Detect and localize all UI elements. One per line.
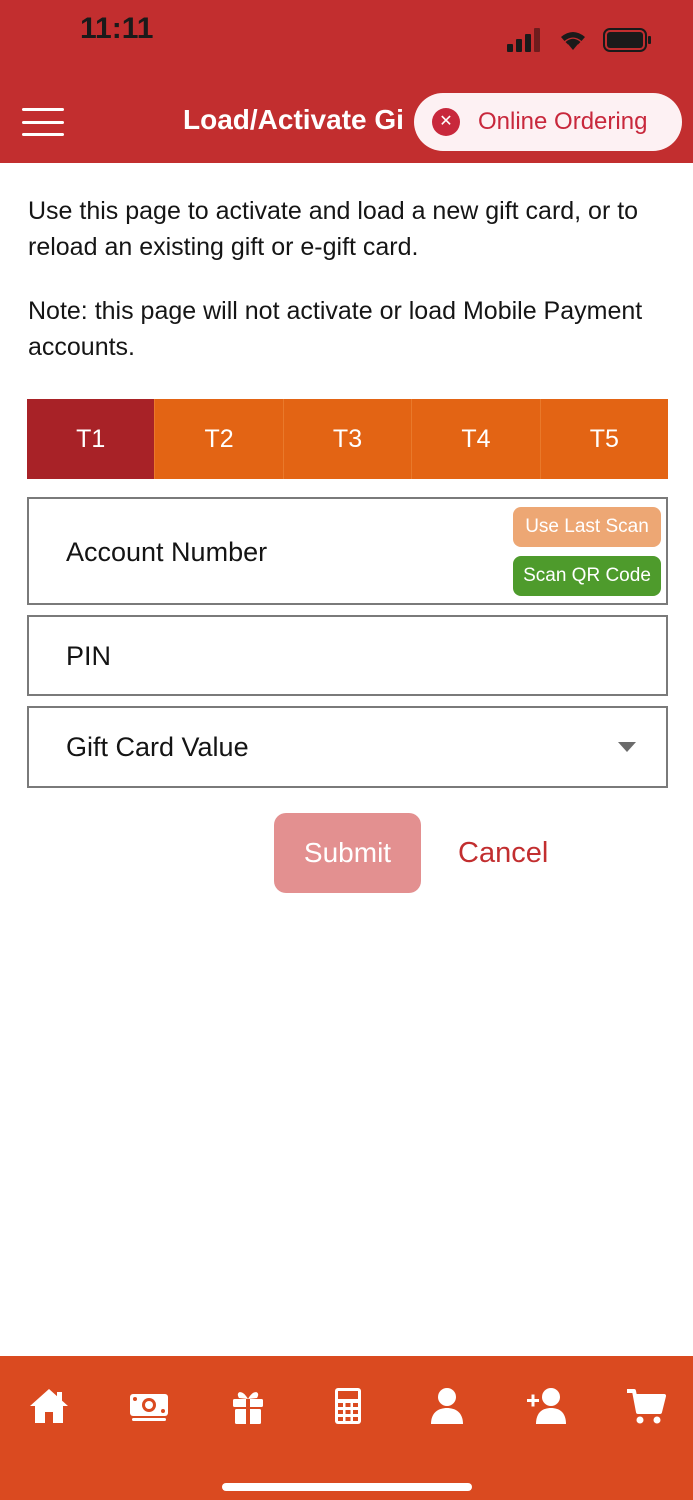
bottom-nav <box>0 1356 693 1500</box>
cellular-signal-icon <box>507 28 540 52</box>
tab-t2[interactable]: T2 <box>154 399 283 479</box>
hamburger-menu-icon[interactable] <box>22 108 64 136</box>
home-icon[interactable] <box>27 1384 71 1428</box>
calculator-icon[interactable] <box>326 1384 370 1428</box>
gift-card-value-placeholder: Gift Card Value <box>66 732 249 762</box>
tab-t1[interactable]: T1 <box>27 399 155 479</box>
user-icon[interactable] <box>425 1384 469 1428</box>
tab-t5[interactable]: T5 <box>539 399 669 479</box>
status-time: 11:11 <box>80 12 154 45</box>
chevron-down-icon <box>618 742 636 752</box>
pin-field[interactable]: PIN <box>27 615 668 696</box>
tab-t3[interactable]: T3 <box>282 399 412 479</box>
online-ordering-label: Online Ordering <box>478 108 648 135</box>
tab-t4[interactable]: T4 <box>411 399 540 479</box>
submit-button[interactable]: Submit <box>274 813 421 893</box>
intro-text: Use this page to activate and load a new… <box>28 197 639 261</box>
gift-icon[interactable] <box>226 1384 270 1428</box>
gift-card-value-select[interactable]: Gift Card Value <box>27 706 668 788</box>
online-ordering-button[interactable]: ✕ Online Ordering <box>414 93 682 151</box>
scan-qr-code-button[interactable]: Scan QR Code <box>513 556 661 596</box>
home-indicator <box>222 1483 472 1491</box>
pin-placeholder: PIN <box>66 641 112 671</box>
wifi-icon <box>561 32 585 50</box>
note-text: Note: this page will not activate or loa… <box>28 297 643 361</box>
battery-icon <box>603 28 651 52</box>
terminal-tabs: T1 T2 T3 T4 T5 <box>27 399 669 479</box>
money-icon[interactable] <box>127 1384 171 1428</box>
close-icon: ✕ <box>432 108 460 136</box>
add-user-icon[interactable] <box>525 1384 569 1428</box>
app-header: 11:11 Load/Activate Gi ✕ Online Ordering <box>0 0 693 163</box>
account-number-field[interactable]: Account Number Use Last Scan Scan QR Cod… <box>27 497 668 605</box>
status-icons <box>507 28 653 52</box>
account-number-placeholder: Account Number <box>66 537 268 567</box>
cancel-button[interactable]: Cancel <box>458 837 548 870</box>
use-last-scan-button[interactable]: Use Last Scan <box>513 507 661 547</box>
cart-icon[interactable] <box>624 1384 668 1428</box>
page-title: Load/Activate Gi <box>183 104 404 135</box>
